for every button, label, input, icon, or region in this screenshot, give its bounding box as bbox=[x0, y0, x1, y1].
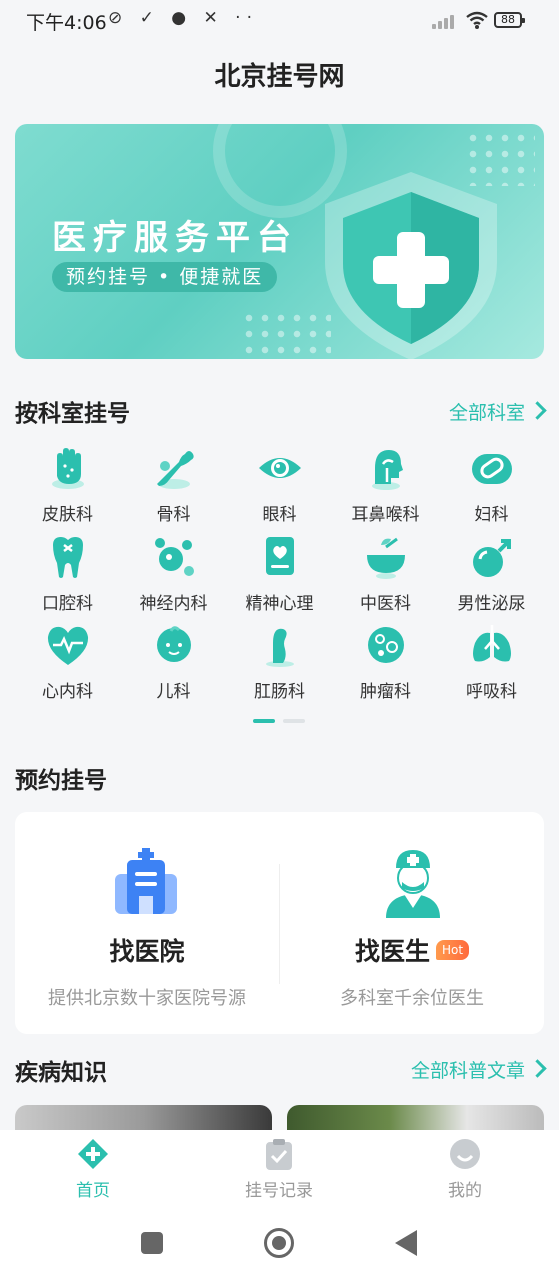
tab-label: 挂号记录 bbox=[245, 1181, 313, 1201]
doctor-icon bbox=[386, 850, 440, 918]
banner[interactable]: 医疗服务平台 预约挂号 • 便捷就医 bbox=[15, 124, 544, 359]
hot-badge: Hot bbox=[435, 940, 470, 960]
all-articles-link[interactable]: 全部科普文章 bbox=[410, 1056, 547, 1083]
dept-ent[interactable]: 耳鼻喉科 bbox=[333, 446, 438, 525]
tab-profile[interactable]: 我的 bbox=[372, 1130, 558, 1210]
dept-label: 心内科 bbox=[42, 682, 93, 702]
dept-neurology[interactable]: 神经内科 bbox=[121, 535, 226, 614]
herbal-bowl-icon bbox=[366, 537, 405, 579]
male-icon bbox=[472, 539, 511, 577]
tooth-icon bbox=[52, 537, 83, 578]
dept-label: 皮肤科 bbox=[42, 505, 93, 525]
all-articles-label: 全部科普文章 bbox=[410, 1060, 525, 1082]
status-time: 下午4:06 bbox=[26, 12, 107, 34]
tab-label: 首页 bbox=[76, 1181, 110, 1201]
shield-plus-icon bbox=[325, 172, 497, 359]
dept-label: 中医科 bbox=[360, 594, 411, 614]
anorectal-icon bbox=[265, 628, 294, 667]
profile-icon bbox=[450, 1139, 480, 1169]
dept-label: 精神心理 bbox=[245, 594, 314, 614]
ent-head-icon bbox=[371, 450, 403, 490]
bottom-nav: 首页 挂号记录 我的 bbox=[0, 1130, 559, 1210]
dept-anorectal[interactable]: 肛肠科 bbox=[227, 623, 332, 702]
dept-orthopedics[interactable]: 骨科 bbox=[121, 446, 226, 525]
all-departments-link[interactable]: 全部科室 bbox=[448, 398, 547, 425]
booking-card: 找医院 提供北京数十家医院号源 找医生 Hot 多科室千余位医生 bbox=[15, 812, 544, 1034]
dept-urology[interactable]: 男性泌尿 bbox=[439, 535, 544, 614]
lungs-icon bbox=[472, 625, 511, 662]
tab-label: 我的 bbox=[448, 1181, 482, 1201]
find-hospital-subtitle: 提供北京数十家医院号源 bbox=[48, 988, 246, 1009]
dept-label: 口腔科 bbox=[42, 594, 93, 614]
clipboard-check-icon bbox=[266, 1139, 292, 1170]
pager-dot bbox=[283, 719, 305, 723]
all-departments-label: 全部科室 bbox=[448, 402, 525, 424]
signal-icon bbox=[432, 13, 458, 29]
dept-label: 神经内科 bbox=[139, 594, 208, 614]
battery-icon: 88 bbox=[494, 12, 525, 28]
recents-icon[interactable] bbox=[141, 1232, 163, 1254]
dept-label: 肿瘤科 bbox=[360, 682, 411, 702]
heart-pulse-icon bbox=[47, 626, 88, 665]
page-title: 北京挂号网 bbox=[214, 62, 345, 92]
eye-icon bbox=[258, 458, 301, 478]
bone-icon bbox=[156, 451, 194, 489]
dept-tcm[interactable]: 中医科 bbox=[333, 535, 438, 614]
find-doctor-subtitle: 多科室千余位医生 bbox=[340, 988, 484, 1009]
dept-ophthalmology[interactable]: 眼科 bbox=[227, 446, 332, 525]
home-plus-icon bbox=[78, 1139, 108, 1169]
banner-subtitle: 预约挂号 • 便捷就医 bbox=[52, 262, 278, 292]
dept-respiratory[interactable]: 呼吸科 bbox=[439, 623, 544, 702]
dept-label: 男性泌尿 bbox=[457, 594, 526, 614]
tumor-cell-icon bbox=[367, 627, 404, 663]
find-hospital-button[interactable]: 找医院 提供北京数十家医院号源 bbox=[15, 812, 279, 1034]
find-hospital-title: 找医院 bbox=[109, 937, 185, 966]
dept-label: 妇科 bbox=[474, 505, 509, 525]
dept-dental[interactable]: 口腔科 bbox=[15, 535, 120, 614]
find-doctor-label: 找医生 bbox=[354, 937, 430, 966]
booking-title: 预约挂号 bbox=[15, 768, 107, 794]
home-icon[interactable] bbox=[264, 1228, 294, 1258]
wifi-icon bbox=[466, 11, 488, 29]
dept-psychology[interactable]: 精神心理 bbox=[227, 535, 332, 614]
find-doctor-title: 找医生 Hot bbox=[280, 932, 544, 968]
chevron-right-icon bbox=[528, 401, 547, 420]
dept-label: 眼科 bbox=[262, 505, 297, 525]
departments-title: 按科室挂号 bbox=[15, 401, 130, 427]
pager-dot-active bbox=[253, 719, 275, 723]
dept-label: 呼吸科 bbox=[466, 682, 517, 702]
status-bar: 下午4:06 ⊘ ✓ ● ✕ ·· 88 bbox=[0, 0, 559, 44]
baby-icon bbox=[156, 626, 191, 662]
back-icon[interactable] bbox=[395, 1230, 417, 1256]
dept-gynecology[interactable]: 妇科 bbox=[439, 446, 544, 525]
notification-icons: ⊘ ✓ ● ✕ ·· bbox=[108, 8, 258, 28]
find-doctor-button[interactable]: 找医生 Hot 多科室千余位医生 bbox=[280, 812, 544, 1034]
gynecology-icon bbox=[471, 454, 512, 484]
dept-label: 耳鼻喉科 bbox=[351, 505, 420, 525]
tab-records[interactable]: 挂号记录 bbox=[186, 1130, 372, 1210]
chevron-right-icon bbox=[528, 1059, 547, 1078]
dept-label: 骨科 bbox=[156, 505, 191, 525]
dept-skin[interactable]: 皮肤科 bbox=[15, 446, 120, 525]
tab-home[interactable]: 首页 bbox=[0, 1130, 186, 1210]
dept-label: 儿科 bbox=[156, 682, 191, 702]
neuron-icon bbox=[154, 538, 194, 576]
dept-oncology[interactable]: 肿瘤科 bbox=[333, 623, 438, 702]
knowledge-title: 疾病知识 bbox=[15, 1060, 107, 1086]
banner-title: 医疗服务平台 bbox=[52, 218, 298, 258]
hospital-building-icon bbox=[115, 848, 177, 914]
dept-pediatrics[interactable]: 儿科 bbox=[121, 623, 226, 702]
dept-cardiology[interactable]: 心内科 bbox=[15, 623, 120, 702]
skin-hand-icon bbox=[51, 448, 84, 489]
system-nav-bar bbox=[0, 1210, 559, 1280]
mental-heart-icon bbox=[265, 537, 294, 575]
dept-label: 肛肠科 bbox=[254, 682, 305, 702]
